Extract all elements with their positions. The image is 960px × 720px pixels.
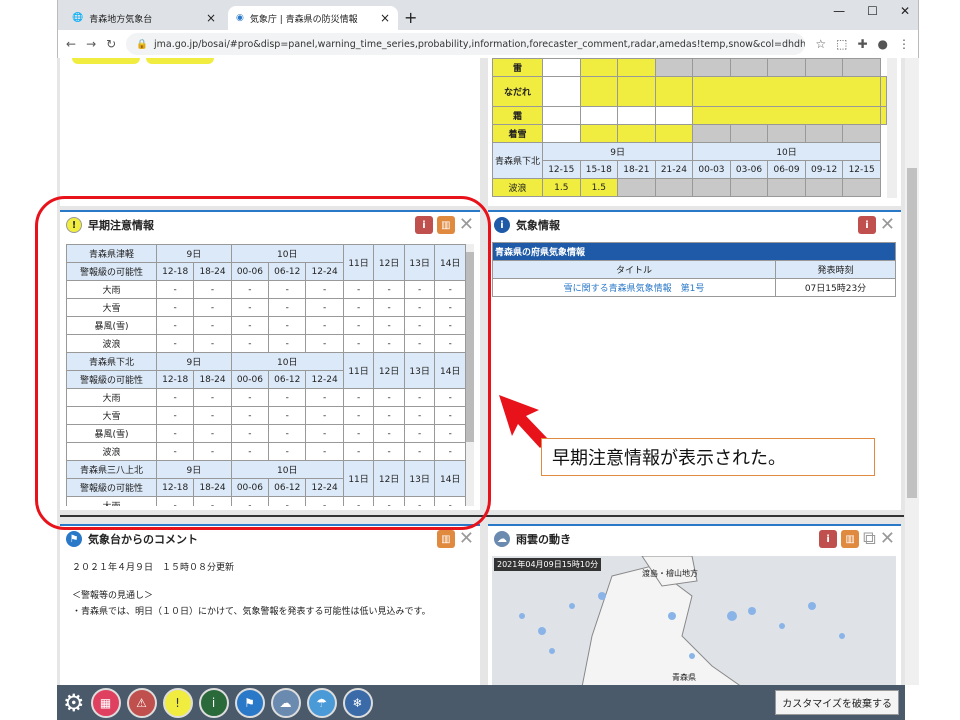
panel-warning-time-series: 雷 なだれ 霜 着雪 青森県下北 9日 10日 12-15 15-18 18-21 21-… xyxy=(488,58,901,206)
menu-icon[interactable]: ⋮ xyxy=(898,37,910,51)
amedas-icon[interactable]: ☂ xyxy=(306,687,337,718)
close-icon[interactable]: ✕ xyxy=(880,530,895,548)
globe-icon: 🌐 xyxy=(72,13,84,23)
info-icon[interactable]: i xyxy=(857,216,876,234)
flag-icon: ⚑ xyxy=(66,531,82,547)
weather-info-table: 青森県の府県気象情報 タイトル 発表時刻 雪に関する青森県気象情報 第1号 07日1… xyxy=(492,242,896,297)
panel-title: 雨雲の動き xyxy=(516,533,571,546)
discard-custom-button[interactable]: カスタマイズを破棄する xyxy=(775,690,899,715)
new-tab-icon[interactable]: + xyxy=(404,8,417,27)
weather-info-link[interactable]: 雪に関する青森県気象情報 第1号 xyxy=(492,278,776,297)
highlight-ring xyxy=(35,196,491,530)
snow-icon[interactable]: ❄ xyxy=(342,687,373,718)
puzzle-icon[interactable]: ✚ xyxy=(857,37,867,51)
info-circle-icon[interactable]: i xyxy=(198,687,229,718)
window-controls: — ☐ ✕ xyxy=(833,4,910,18)
cloud-icon[interactable]: ☁ xyxy=(270,687,301,718)
map-label: 青森県 xyxy=(672,673,696,682)
book-icon[interactable]: ▥ xyxy=(841,530,860,548)
info-circle-icon: i xyxy=(494,217,510,233)
book-icon[interactable]: ▥ xyxy=(436,530,455,548)
close-tab-icon[interactable]: × xyxy=(380,11,390,25)
panel-header: i 気象情報 i ✕ xyxy=(488,212,901,238)
external-link-icon[interactable]: ⧉ xyxy=(863,530,876,548)
page-scrollbar[interactable] xyxy=(905,58,919,685)
lock-icon: 🔒 xyxy=(136,38,149,50)
panel-radar: ☁ 雨雲の動き i ▥ ⧉ ✕ 2021年04月09日15時10分 渡島・檜山地… xyxy=(488,524,901,685)
info-icon[interactable]: i xyxy=(819,530,838,548)
close-window-icon[interactable]: ✕ xyxy=(900,4,910,18)
forward-icon[interactable]: → xyxy=(86,37,96,51)
panel-header: ☁ 雨雲の動き i ▥ ⧉ ✕ xyxy=(488,526,901,552)
tab-jma-aomori[interactable]: ◉ 気象庁 | 青森県の防災情報 × xyxy=(228,6,398,30)
radar-map[interactable]: 2021年04月09日15時10分 渡島・檜山地方 青森県 xyxy=(492,556,896,685)
bottom-toolbar: ⚙ ▦ ⚠ ! i ⚑ ☁ ☂ ❄ カスタマイズを破棄する xyxy=(57,685,905,720)
panel-forecaster-comment: ⚑ 気象台からのコメント ▥ ✕ ２０２１年４月９日 １５時０８分更新 ＜警報等… xyxy=(60,524,480,685)
radar-timestamp: 2021年04月09日15時10分 xyxy=(494,558,602,571)
flag-icon[interactable]: ⚑ xyxy=(234,687,265,718)
jma-favicon-icon: ◉ xyxy=(236,13,244,23)
panel-top-left xyxy=(60,58,480,206)
warning-icon[interactable]: ⚠ xyxy=(126,687,157,718)
callout-box: 早期注意情報が表示された。 xyxy=(541,438,875,476)
panel-title: 気象台からのコメント xyxy=(88,533,198,546)
url-field[interactable]: 🔒 jma.go.jp/bosai/#pro&disp=panel,warnin… xyxy=(126,33,806,55)
map-label: 渡島・檜山地方 xyxy=(642,569,698,578)
tab-aomori-observatory[interactable]: 🌐 青森地方気象台 × xyxy=(64,6,224,30)
minimize-icon[interactable]: — xyxy=(833,4,845,18)
exclamation-icon[interactable]: ! xyxy=(162,687,193,718)
star-icon[interactable]: ☆ xyxy=(815,37,826,51)
warning-table: 雷 なだれ 霜 着雪 青森県下北 9日 10日 12-15 15-18 18-21 21-… xyxy=(492,58,888,197)
gear-icon[interactable]: ⚙ xyxy=(63,689,85,717)
close-icon[interactable]: ✕ xyxy=(459,530,474,548)
maximize-icon[interactable]: ☐ xyxy=(867,4,878,18)
inner-scrollbar[interactable] xyxy=(887,58,897,198)
address-bar: ← → ↻ 🔒 jma.go.jp/bosai/#pro&disp=panel,… xyxy=(58,30,918,58)
browser-chrome: 🌐 青森地方気象台 × ◉ 気象庁 | 青森県の防災情報 × + — ☐ ✕ ←… xyxy=(57,0,919,58)
yellow-button[interactable] xyxy=(146,58,214,64)
cloud-icon: ☁ xyxy=(494,531,510,547)
profile-icon[interactable]: ● xyxy=(878,37,888,51)
extension-icon[interactable]: ⬚ xyxy=(836,37,847,51)
close-icon[interactable]: ✕ xyxy=(880,216,895,234)
back-icon[interactable]: ← xyxy=(66,37,76,51)
reload-icon[interactable]: ↻ xyxy=(106,37,116,51)
close-tab-icon[interactable]: × xyxy=(206,11,216,25)
layout-icon[interactable]: ▦ xyxy=(90,687,121,718)
yellow-button[interactable] xyxy=(72,58,140,64)
comment-body: ２０２１年４月９日 １５時０８分更新 ＜警報等の見通し＞ ・青森県では、明日（１… xyxy=(72,563,431,617)
panel-title: 気象情報 xyxy=(516,219,560,232)
